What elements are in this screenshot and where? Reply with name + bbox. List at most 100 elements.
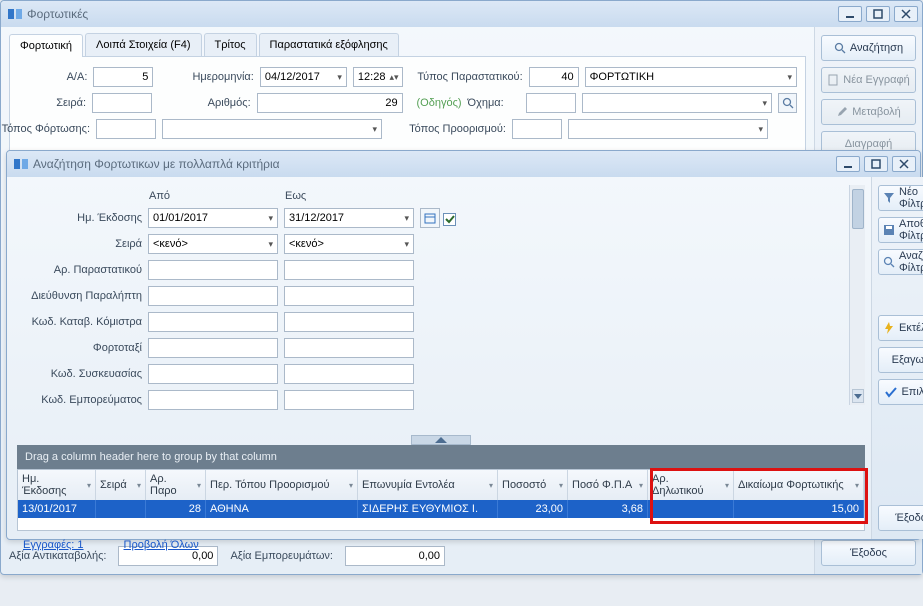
- crit-seira-from[interactable]: <κενό>▾: [148, 234, 278, 254]
- colhead-entolea[interactable]: Επωνυμία Εντολέα▾: [358, 470, 498, 500]
- colhead-arpar[interactable]: Αρ. Παρο▾: [146, 470, 206, 500]
- select-button[interactable]: Επιλογή: [878, 379, 923, 405]
- colhead-seira[interactable]: Σειρά▾: [96, 470, 146, 500]
- main-maximize-button[interactable]: [866, 6, 890, 22]
- colhead-dilotiko[interactable]: Αρ. Δηλωτικού▾: [648, 470, 734, 500]
- chevron-down-icon: ▾: [787, 72, 792, 83]
- crit-date-to[interactable]: 31/12/2017▾: [284, 208, 414, 228]
- aa-input[interactable]: [93, 67, 153, 87]
- colhead-date[interactable]: Ημ. Έκδοσης▾: [18, 470, 96, 500]
- chevron-down-icon: ▾: [559, 481, 563, 490]
- tab-tritos[interactable]: Τρίτος: [204, 33, 257, 56]
- colhead-proor[interactable]: Περ. Τόπου Προορισμού▾: [206, 470, 358, 500]
- doctype-code-input[interactable]: [529, 67, 579, 87]
- colhead-dikaioma[interactable]: Δικαίωμα Φορτωτικής▾: [734, 470, 864, 500]
- grid-group-prompt[interactable]: Drag a column header here to group by th…: [17, 445, 865, 469]
- main-new-button[interactable]: Νέα Εγγραφή: [821, 67, 916, 93]
- search-maximize-button[interactable]: [864, 156, 888, 172]
- main-search-button[interactable]: Αναζήτηση: [821, 35, 916, 61]
- main-tabs: Φορτωτική Λοιπά Στοιχεία (F4) Τρίτος Παρ…: [9, 33, 806, 57]
- search-close-button[interactable]: [892, 156, 916, 172]
- crit-kom-to[interactable]: [284, 312, 414, 332]
- date-picker[interactable]: 04/12/2017▾: [260, 67, 347, 87]
- search-exit-button[interactable]: Έξοδος: [878, 505, 923, 531]
- cell-pososto: 23,00: [498, 500, 568, 518]
- crit-dieuth-to[interactable]: [284, 286, 414, 306]
- seira-input[interactable]: [92, 93, 152, 113]
- save-filter-label: Αποθ. Φίλτρου: [899, 218, 923, 242]
- tab-exoflisi[interactable]: Παραστατικά εξόφλησης: [259, 33, 399, 56]
- topos-fort-code-input[interactable]: [96, 119, 156, 139]
- splitter-handle[interactable]: [17, 435, 865, 445]
- document-icon: [827, 74, 839, 86]
- topos-proor-combo[interactable]: ▾: [568, 119, 768, 139]
- save-icon: [883, 224, 895, 236]
- arithmos-input[interactable]: [257, 93, 403, 113]
- tab-fortotiki[interactable]: Φορτωτική: [9, 34, 83, 57]
- grid-row[interactable]: 13/01/2017 28 ΑΘΗΝΑ ΣΙΔΕΡΗΣ ΕΥΘΥΜΙΟΣ Ι. …: [18, 500, 864, 518]
- viewall-link[interactable]: Προβολή Όλων: [124, 539, 199, 551]
- ochima-search-button[interactable]: [778, 93, 797, 113]
- arithmos-label: Αριθμός:: [158, 97, 251, 109]
- funnel-icon: [883, 192, 895, 204]
- records-link[interactable]: Εγγραφές: 1: [23, 539, 84, 551]
- main-edit-label: Μεταβολή: [852, 106, 900, 118]
- chevron-down-icon: ▾: [268, 213, 273, 224]
- doctype-name-combo[interactable]: ΦΟΡΤΩΤΙΚΗ▾: [585, 67, 797, 87]
- load-filter-button[interactable]: Αναζ. Φίλτρου: [878, 249, 923, 275]
- search-minimize-button[interactable]: [836, 156, 860, 172]
- export-button[interactable]: Εξαγωγή: [878, 347, 923, 373]
- topos-proor-code-input[interactable]: [512, 119, 562, 139]
- crit-sysk-label: Κωδ. Συσκευασίας: [22, 368, 142, 380]
- chevron-down-icon: ▾: [268, 239, 273, 250]
- crit-kom-from[interactable]: [148, 312, 278, 332]
- crit-seira-to[interactable]: <κενό>▾: [284, 234, 414, 254]
- time-value: 12:28: [358, 71, 386, 83]
- tab-loipa[interactable]: Λοιπά Στοιχεία (F4): [85, 33, 201, 56]
- crit-fortotaxi-to[interactable]: [284, 338, 414, 358]
- app-icon: [13, 156, 29, 172]
- crit-emp-to[interactable]: [284, 390, 414, 410]
- cell-fpa: 3,68: [568, 500, 648, 518]
- save-filter-button[interactable]: Αποθ. Φίλτρου: [878, 217, 923, 243]
- crit-kom-label: Κωδ. Καταβ. Κόμιστρα: [22, 316, 142, 328]
- from-header: Από: [147, 189, 279, 203]
- colhead-fpa[interactable]: Ποσό Φ.Π.Α▾: [568, 470, 648, 500]
- crit-fortotaxi-from[interactable]: [148, 338, 278, 358]
- topos-fort-combo[interactable]: ▾: [162, 119, 382, 139]
- crit-arpar-to[interactable]: [284, 260, 414, 280]
- date-label: Ημερομηνία:: [159, 71, 253, 83]
- run-button[interactable]: Εκτέλεση: [878, 315, 923, 341]
- colhead-pososto[interactable]: Ποσοστό▾: [498, 470, 568, 500]
- ochima-combo[interactable]: ▾: [582, 93, 772, 113]
- chevron-down-icon: ▾: [725, 481, 729, 490]
- crit-sysk-to[interactable]: [284, 364, 414, 384]
- main-minimize-button[interactable]: [838, 6, 862, 22]
- crit-dieuth-from[interactable]: [148, 286, 278, 306]
- crit-dieuth-label: Διεύθυνση Παραλήπτη: [22, 290, 142, 302]
- scrollbar-thumb[interactable]: [852, 189, 864, 229]
- crit-emp-from[interactable]: [148, 390, 278, 410]
- main-close-button[interactable]: [894, 6, 918, 22]
- time-picker[interactable]: 12:28▴▾: [353, 67, 403, 87]
- chevron-down-icon: ▾: [404, 239, 409, 250]
- crit-arpar-label: Αρ. Παραστατικού: [22, 264, 142, 276]
- ochima-code-input[interactable]: [526, 93, 576, 113]
- grid-footer: Εγγραφές: 1 Προβολή Όλων: [17, 531, 865, 559]
- main-search-label: Αναζήτηση: [850, 42, 903, 54]
- topos-proor-label: Τόπος Προορισμού:: [388, 123, 506, 135]
- cell-date: 13/01/2017: [18, 500, 96, 518]
- crit-date-checkbox[interactable]: [443, 213, 456, 226]
- new-filter-button[interactable]: Νέο Φίλτρο: [878, 185, 923, 211]
- crit-date-today-button[interactable]: [420, 208, 440, 228]
- crit-sysk-from[interactable]: [148, 364, 278, 384]
- chevron-down-icon: ▾: [762, 98, 767, 109]
- cell-dilotiko: [648, 500, 734, 518]
- search-exit-label: Έξοδος: [895, 512, 923, 524]
- criteria-scrollbar[interactable]: [849, 185, 865, 405]
- crit-arpar-from[interactable]: [148, 260, 278, 280]
- scroll-down-icon[interactable]: [852, 389, 864, 403]
- chevron-down-icon: ▾: [349, 481, 353, 490]
- crit-date-from[interactable]: 01/01/2017▾: [148, 208, 278, 228]
- main-edit-button[interactable]: Μεταβολή: [821, 99, 916, 125]
